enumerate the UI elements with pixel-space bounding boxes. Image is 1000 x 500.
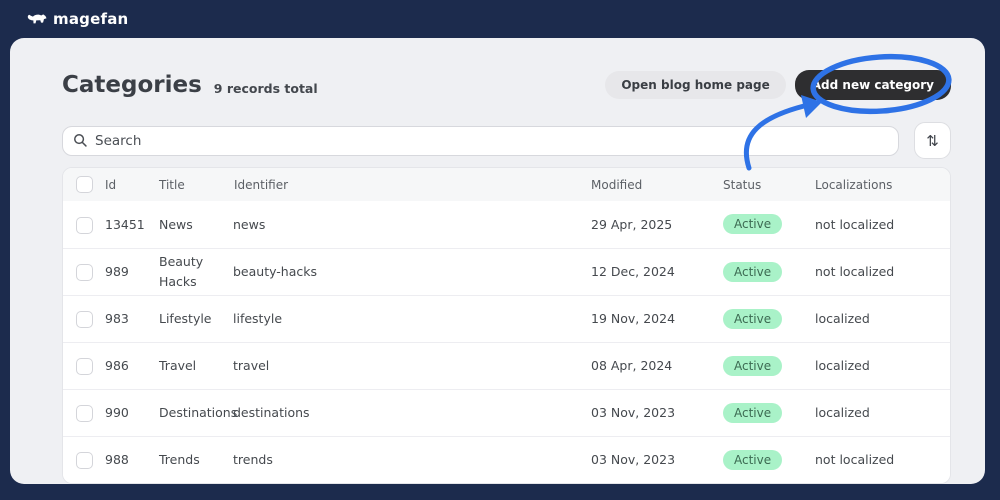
select-all-checkbox[interactable] xyxy=(76,176,93,193)
cell-title: Destinations xyxy=(157,388,237,436)
cell-id: 988 xyxy=(103,435,157,483)
search-icon xyxy=(74,134,87,147)
cell-modified: 08 Apr, 2024 xyxy=(589,341,717,389)
table-body: 13451 News news 29 Apr, 2025 Active not … xyxy=(63,201,950,483)
cell-id: 990 xyxy=(103,388,157,436)
column-header-modified[interactable]: Modified xyxy=(589,168,717,201)
cell-title: News xyxy=(159,216,193,232)
magefan-logo[interactable]: magefan xyxy=(26,10,128,28)
status-badge: Active xyxy=(723,402,783,423)
cell-identifier: lifestyle xyxy=(231,294,589,342)
cell-id: 13451 xyxy=(105,216,145,232)
cell-title: Travel xyxy=(157,341,231,389)
table-row[interactable]: 986 Travel travel 08 Apr, 2024 Active lo… xyxy=(63,341,950,389)
row-checkbox[interactable] xyxy=(76,357,93,375)
row-checkbox[interactable] xyxy=(76,404,93,422)
search-box[interactable] xyxy=(62,125,899,156)
cell-identifier: travel xyxy=(231,341,589,389)
cell-localizations: not localized xyxy=(809,247,950,295)
open-blog-home-button[interactable]: Open blog home page xyxy=(605,71,786,99)
cell-id: 983 xyxy=(103,294,157,342)
sort-button[interactable]: ⇅ xyxy=(914,122,951,159)
search-input[interactable] xyxy=(95,132,888,149)
cell-title: Beauty Hacks xyxy=(157,247,231,295)
table-row[interactable]: 983 Lifestyle lifestyle 19 Nov, 2024 Act… xyxy=(63,294,950,342)
column-header-status[interactable]: Status xyxy=(717,168,809,201)
cell-localizations: localized xyxy=(809,388,950,436)
categories-table: Id Title Identifier Modified Status Loca… xyxy=(63,168,950,483)
cell-modified: 03 Nov, 2023 xyxy=(589,388,717,436)
cell-title: Trends xyxy=(157,435,231,483)
cell-id: 989 xyxy=(103,247,157,295)
add-new-category-button[interactable]: Add new category xyxy=(794,70,951,100)
cell-localizations: localized xyxy=(809,341,950,389)
cell-localizations: not localized xyxy=(815,216,895,232)
sort-icon: ⇅ xyxy=(926,131,939,150)
table-row[interactable]: 990 Destinations destinations 03 Nov, 20… xyxy=(63,388,950,436)
top-navbar: magefan xyxy=(0,0,1000,38)
column-header-localizations[interactable]: Localizations xyxy=(809,168,950,201)
page-header: Categories 9 records total Open blog hom… xyxy=(62,70,951,100)
table-header: Id Title Identifier Modified Status Loca… xyxy=(63,168,950,201)
cell-id: 986 xyxy=(103,341,157,389)
main-content: Categories 9 records total Open blog hom… xyxy=(10,38,985,484)
cell-identifier: trends xyxy=(231,435,589,483)
cell-modified: 29 Apr, 2025 xyxy=(591,216,673,232)
records-total: 9 records total xyxy=(213,80,318,96)
row-checkbox[interactable] xyxy=(76,216,93,234)
column-header-title[interactable]: Title xyxy=(157,168,231,201)
cell-identifier: beauty-hacks xyxy=(231,247,589,295)
row-checkbox[interactable] xyxy=(76,263,93,281)
cell-identifier: news xyxy=(233,216,266,232)
column-header-id[interactable]: Id xyxy=(103,168,157,201)
cell-localizations: not localized xyxy=(809,435,950,483)
cell-title: Lifestyle xyxy=(157,294,231,342)
row-checkbox[interactable] xyxy=(76,310,93,328)
magefan-logo-icon xyxy=(26,12,48,27)
page-title: Categories xyxy=(62,72,202,98)
brand-name: magefan xyxy=(53,10,129,28)
table-row[interactable]: 13451 News news 29 Apr, 2025 Active not … xyxy=(63,201,950,248)
table-row[interactable]: 989 Beauty Hacks beauty-hacks 12 Dec, 20… xyxy=(63,247,950,295)
cell-modified: 03 Nov, 2023 xyxy=(589,435,717,483)
column-header-identifier[interactable]: Identifier xyxy=(231,168,589,201)
cell-localizations: localized xyxy=(809,294,950,342)
cell-identifier: destinations xyxy=(231,388,589,436)
table-row[interactable]: 988 Trends trends 03 Nov, 2023 Active no… xyxy=(63,435,950,483)
categories-table-card: Id Title Identifier Modified Status Loca… xyxy=(62,167,951,484)
status-badge: Active xyxy=(723,308,783,329)
status-badge: Active xyxy=(723,355,783,376)
status-badge: Active xyxy=(723,449,783,470)
status-badge: Active xyxy=(723,214,783,235)
row-checkbox[interactable] xyxy=(76,452,93,470)
search-row: ⇅ xyxy=(62,122,951,159)
status-badge: Active xyxy=(723,261,783,282)
cell-modified: 12 Dec, 2024 xyxy=(589,247,717,295)
cell-modified: 19 Nov, 2024 xyxy=(589,294,717,342)
